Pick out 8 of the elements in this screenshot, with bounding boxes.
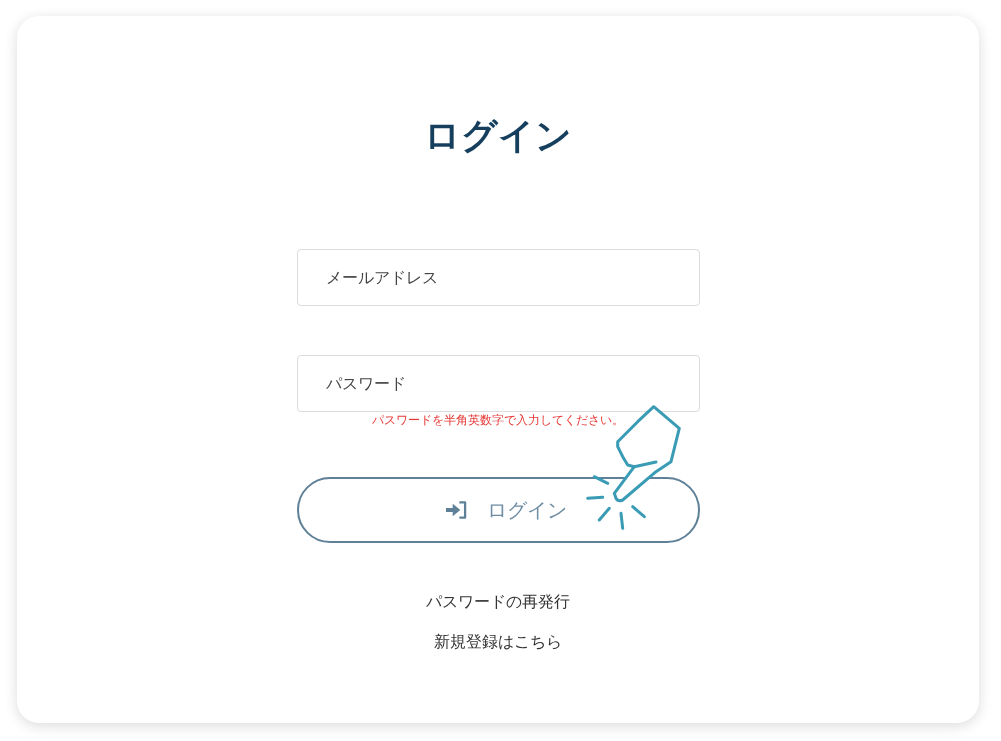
input-field[interactable]: パスワード [296,355,700,412]
error-message: パスワードを半角英数字で入力してください。 [372,413,624,428]
login-button[interactable]: ログイン [296,477,700,543]
page-title: ログイン [424,114,572,158]
text-link[interactable]: 新規登録はこちら [434,631,562,653]
sign-in-icon [445,501,467,519]
text-link[interactable]: パスワードの再発行 [426,591,570,613]
input-field[interactable]: メールアドレス [296,249,700,306]
